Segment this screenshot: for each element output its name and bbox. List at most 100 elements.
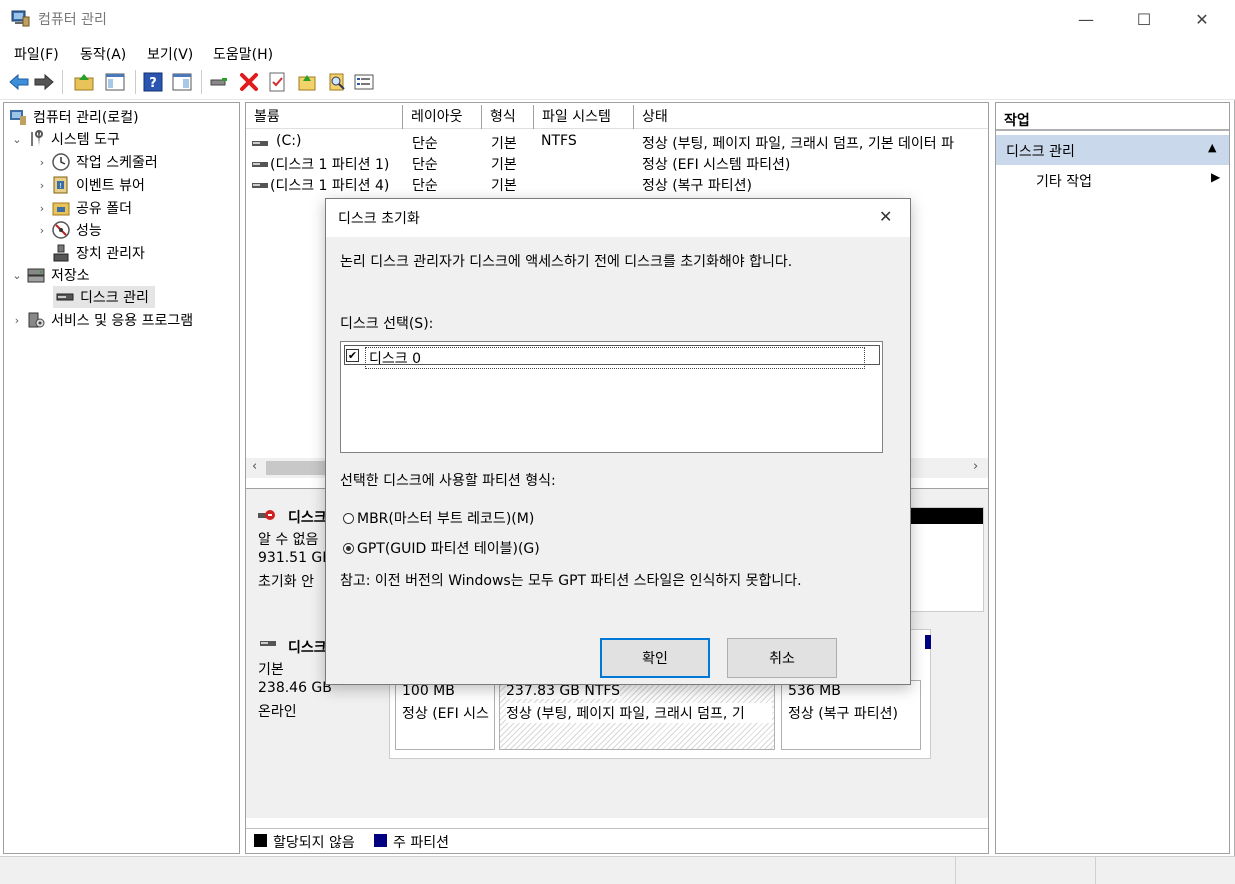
actions-more[interactable]: 기타 작업 ▶ [996, 167, 1229, 193]
app-window: 컴퓨터 관리 — ☐ ✕ 파일(F) 동작(A) 보기(V) 도움말(H) ? … [0, 0, 1235, 884]
disk-error-icon [258, 510, 275, 520]
tree-item-performance[interactable]: › 성능 [35, 219, 102, 241]
legend-swatch-unallocated [254, 834, 267, 847]
disk0-status: 초기화 안 [258, 574, 314, 590]
chevron-right-icon[interactable]: › [35, 202, 49, 215]
status-divider [955, 857, 956, 884]
tree-item-task-scheduler[interactable]: › 작업 스케줄러 [35, 151, 158, 173]
menu-help[interactable]: 도움말(H) [213, 44, 273, 64]
tree-item-event-viewer[interactable]: › ! 이벤트 뷰어 [35, 174, 145, 196]
dialog-close-icon[interactable]: ✕ [879, 207, 892, 226]
help-icon[interactable]: ? [142, 71, 164, 93]
maximize-button[interactable]: ☐ [1115, 0, 1173, 38]
radio-selected-icon [343, 543, 354, 554]
menu-file[interactable]: 파일(F) [14, 44, 59, 64]
check-document-icon[interactable] [266, 71, 288, 93]
maximize-icon: ☐ [1136, 9, 1152, 29]
tree-item-device-manager[interactable]: 장치 관리자 [49, 242, 145, 264]
tree-label: 시스템 도구 [51, 132, 120, 148]
list-item[interactable]: ✔ 디스크 0 [344, 345, 880, 369]
menu-action[interactable]: 동작(A) [80, 44, 126, 64]
mbr-radio[interactable]: MBR(마스터 부트 레코드)(M) [343, 508, 534, 528]
minimize-button[interactable]: — [1057, 0, 1115, 38]
disk-select-list[interactable]: ✔ 디스크 0 [340, 341, 883, 453]
console-tree: 컴퓨터 관리(로컬) ⌄ 시스템 도구 › 작업 스케줄러 › ! 이벤트 뷰어… [3, 102, 240, 854]
chevron-right-icon[interactable]: › [35, 224, 49, 237]
performance-icon [52, 221, 70, 239]
scroll-left-icon[interactable]: ‹ [252, 459, 257, 474]
partition-recovery[interactable]: 536 MB 정상 (복구 파티션) [781, 680, 921, 750]
dialog-message: 논리 디스크 관리자가 디스크에 액세스하기 전에 디스크를 초기화해야 합니다… [340, 254, 793, 270]
show-hide-tree-icon[interactable] [104, 71, 126, 93]
forward-arrow-icon[interactable] [33, 71, 55, 93]
tree-item-disk-management[interactable]: 디스크 관리 [53, 286, 155, 308]
tree-label: 서비스 및 응용 프로그램 [51, 313, 194, 329]
tree-item-shared-folders[interactable]: › 공유 폴더 [35, 197, 132, 219]
shared-folder-icon [52, 202, 70, 216]
connect-icon[interactable] [208, 71, 230, 93]
volume-status: 정상 (EFI 시스템 파티션) [642, 157, 791, 173]
delete-icon[interactable] [238, 71, 260, 93]
tree-label: 저장소 [51, 268, 90, 284]
partition-c[interactable]: 237.83 GB NTFS 정상 (부팅, 페이지 파일, 크래시 덤프, 기 [499, 680, 775, 750]
volume-status: 정상 (복구 파티션) [642, 178, 752, 194]
column-header-status[interactable]: 상태 [634, 105, 988, 129]
find-icon[interactable] [326, 71, 348, 93]
close-button[interactable]: ✕ [1173, 0, 1231, 38]
toolbar-separator [62, 70, 63, 94]
legend-unallocated: 할당되지 않음 [273, 835, 355, 851]
storage-icon [27, 268, 45, 283]
cancel-button[interactable]: 취소 [727, 638, 837, 678]
properties-pane-icon[interactable] [171, 71, 193, 93]
export-folder-icon[interactable] [296, 71, 318, 93]
drive-icon [252, 141, 268, 146]
tree-item-system-tools[interactable]: ⌄ 시스템 도구 [10, 128, 120, 150]
partition-efi[interactable]: 100 MB 정상 (EFI 시스 [395, 680, 495, 750]
tree-label: 공유 폴더 [76, 201, 132, 217]
scrollbar-thumb[interactable] [266, 461, 326, 475]
tree-item-root[interactable]: 컴퓨터 관리(로컬) [6, 106, 139, 128]
dialog-title-bar: 디스크 초기화 ✕ [326, 199, 910, 237]
chevron-right-icon[interactable]: › [35, 156, 49, 169]
menu-view[interactable]: 보기(V) [147, 44, 193, 64]
minimize-icon: — [1078, 9, 1094, 29]
scroll-right-icon[interactable]: › [973, 459, 978, 474]
ok-button[interactable]: 확인 [600, 638, 710, 678]
column-header-type[interactable]: 형식 [482, 105, 534, 129]
table-row[interactable]: (디스크 1 파티션 1) 단순 기본 정상 (EFI 시스템 파티션) [250, 154, 988, 175]
column-header-volume[interactable]: 볼륨 [246, 105, 403, 129]
gpt-label: GPT(GUID 파티션 테이블)(G) [357, 541, 540, 557]
title-bar: 컴퓨터 관리 — ☐ ✕ [0, 0, 1235, 38]
svg-text:!: ! [59, 182, 62, 190]
event-log-icon: ! [53, 176, 68, 194]
chevron-right-icon[interactable]: › [10, 314, 24, 327]
table-row[interactable]: (디스크 1 파티션 4) 단순 기본 정상 (복구 파티션) [250, 175, 988, 196]
disk-checkbox[interactable]: ✔ [346, 349, 359, 362]
tree-item-services[interactable]: › 서비스 및 응용 프로그램 [10, 309, 193, 331]
collapse-up-icon[interactable]: ▲ [1208, 141, 1216, 154]
tree-label: 성능 [76, 223, 102, 239]
column-header-layout[interactable]: 레이아웃 [403, 105, 482, 129]
chevron-down-icon[interactable]: ⌄ [10, 133, 24, 146]
tree-item-storage[interactable]: ⌄ 저장소 [10, 264, 90, 286]
gpt-radio[interactable]: GPT(GUID 파티션 테이블)(G) [343, 538, 540, 558]
volume-type: 기본 [491, 136, 517, 152]
back-arrow-icon[interactable] [8, 71, 30, 93]
volume-layout: 단순 [412, 178, 438, 194]
chevron-right-icon[interactable]: › [35, 179, 49, 192]
up-folder-icon[interactable] [73, 71, 95, 93]
disk1-name: 디스크 [288, 640, 327, 656]
volume-layout: 단순 [412, 136, 438, 152]
tree-label: 작업 스케줄러 [76, 155, 158, 171]
list-view-icon[interactable] [353, 71, 375, 93]
disk-select-label: 디스크 선택(S): [340, 316, 434, 332]
column-header-filesystem[interactable]: 파일 시스템 [534, 105, 634, 129]
clock-icon [52, 153, 70, 171]
chevron-down-icon[interactable]: ⌄ [10, 269, 24, 282]
tree-label: 이벤트 뷰어 [76, 178, 145, 194]
actions-section-disk-management[interactable]: 디스크 관리 ▲ [996, 135, 1229, 165]
actions-more-label: 기타 작업 [1036, 174, 1092, 190]
svg-text:?: ? [149, 76, 157, 91]
table-row[interactable]: (C:) 단순 기본 NTFS 정상 (부팅, 페이지 파일, 크래시 덤프, … [250, 133, 988, 154]
disk-icon [56, 293, 74, 301]
